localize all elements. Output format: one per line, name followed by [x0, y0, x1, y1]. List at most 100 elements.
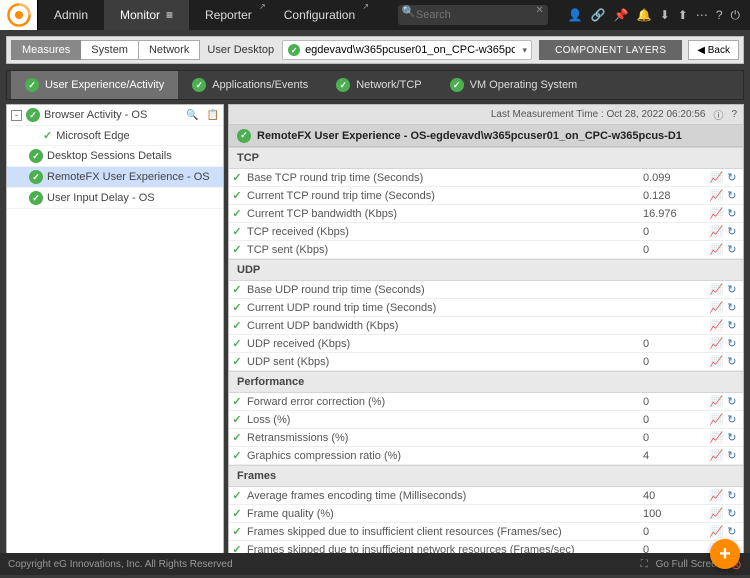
refresh-icon[interactable]: ↻ — [727, 243, 736, 256]
more-icon[interactable]: ⋯ — [696, 8, 708, 22]
tree-label: User Input Delay - OS — [47, 192, 155, 204]
popout-icon[interactable]: ↗ — [259, 2, 266, 11]
layertab-0[interactable]: User Experience/Activity — [11, 71, 178, 99]
menu-icon[interactable]: ≡ — [166, 8, 173, 22]
tree-row[interactable]: RemoteFX User Experience - OS — [7, 167, 223, 188]
refresh-icon[interactable]: ↻ — [727, 301, 736, 314]
metrics-scroll[interactable]: TCP✓Base TCP round trip time (Seconds)0.… — [229, 147, 743, 571]
chart-icon[interactable]: 📈 — [710, 207, 724, 220]
check-icon: ✓ — [229, 337, 245, 350]
metrics-header: Last Measurement Time : Oct 28, 2022 06:… — [229, 105, 743, 125]
chevron-down-icon[interactable]: ▾ — [523, 45, 528, 56]
metric-actions: 📈↻ — [703, 413, 743, 426]
refresh-icon[interactable]: ↻ — [727, 413, 736, 426]
search-input[interactable] — [398, 5, 548, 25]
layertab-3[interactable]: VM Operating System — [436, 71, 592, 99]
tab-measures[interactable]: Measures — [11, 40, 81, 60]
layertab-1[interactable]: Applications/Events — [178, 71, 322, 99]
check-icon: ✓ — [229, 283, 245, 296]
tab-system[interactable]: System — [81, 40, 139, 60]
download-icon[interactable]: ⬇ — [660, 8, 670, 22]
chart-icon[interactable]: 📈 — [710, 489, 724, 502]
component-layers-button[interactable]: COMPONENT LAYERS — [539, 40, 682, 60]
tree-row[interactable]: -Browser Activity - OS🔍📋 — [7, 105, 223, 126]
upload-icon[interactable]: ⬆ — [678, 8, 688, 22]
refresh-icon[interactable]: ↻ — [727, 207, 736, 220]
layer-tabs: User Experience/ActivityApplications/Eve… — [6, 70, 744, 100]
refresh-icon[interactable]: ↻ — [727, 449, 736, 462]
refresh-icon[interactable]: ↻ — [727, 189, 736, 202]
metric-row: ✓Frames skipped due to insufficient clie… — [229, 523, 743, 541]
refresh-icon[interactable]: ↻ — [727, 395, 736, 408]
power-icon[interactable]: ⏻ — [731, 8, 741, 23]
chart-icon[interactable]: 📈 — [710, 413, 724, 426]
chart-icon[interactable]: 📈 — [710, 355, 724, 368]
metric-row: ✓UDP received (Kbps)0📈↻ — [229, 335, 743, 353]
tree-action-icon[interactable]: 🔍 — [186, 110, 198, 121]
info-icon[interactable]: ⓘ — [713, 107, 723, 122]
tree-row[interactable]: ✓Microsoft Edge — [7, 126, 223, 146]
refresh-icon[interactable]: ↻ — [727, 319, 736, 332]
help-icon[interactable]: ? — [716, 8, 723, 22]
back-button[interactable]: ◀ Back — [688, 40, 739, 60]
metric-row: ✓Base TCP round trip time (Seconds)0.099… — [229, 169, 743, 187]
chart-icon[interactable]: 📈 — [710, 395, 724, 408]
chart-icon[interactable]: 📈 — [710, 225, 724, 238]
chart-icon[interactable]: 📈 — [710, 337, 724, 350]
panel-help-icon[interactable]: ? — [731, 109, 737, 120]
bell-icon[interactable]: 🔔 — [637, 8, 652, 22]
refresh-icon[interactable]: ↻ — [727, 507, 736, 520]
metric-row: ✓Average frames encoding time (Milliseco… — [229, 487, 743, 505]
check-icon: ✓ — [229, 207, 245, 220]
refresh-icon[interactable]: ↻ — [727, 283, 736, 296]
refresh-icon[interactable]: ↻ — [727, 355, 736, 368]
chart-icon[interactable]: 📈 — [710, 525, 724, 538]
refresh-icon[interactable]: ↻ — [727, 171, 736, 184]
topnav-configuration[interactable]: Configuration↗ — [268, 0, 371, 30]
refresh-icon[interactable]: ↻ — [727, 525, 736, 538]
metric-row: ✓Loss (%)0📈↻ — [229, 411, 743, 429]
refresh-icon[interactable]: ↻ — [727, 431, 736, 444]
tree-row[interactable]: User Input Delay - OS — [7, 188, 223, 209]
metric-row: ✓TCP received (Kbps)0📈↻ — [229, 223, 743, 241]
chart-icon[interactable]: 📈 — [710, 243, 724, 256]
view-tabs: MeasuresSystemNetwork — [11, 40, 200, 60]
topnav-admin[interactable]: Admin — [38, 0, 104, 30]
metric-name: Current UDP bandwidth (Kbps) — [245, 320, 643, 332]
link-icon[interactable]: 🔗 — [591, 8, 606, 22]
layertab-2[interactable]: Network/TCP — [322, 71, 435, 99]
chart-icon[interactable]: 📈 — [710, 171, 724, 184]
fullscreen-icon[interactable]: ⛶ — [641, 559, 648, 570]
user-icon[interactable]: 👤 — [568, 8, 583, 22]
metric-row: ✓TCP sent (Kbps)0📈↻ — [229, 241, 743, 259]
popout-icon[interactable]: ↗ — [362, 2, 369, 11]
check-icon: ✓ — [229, 413, 245, 426]
check-icon: ✓ — [229, 449, 245, 462]
refresh-icon[interactable]: ↻ — [727, 337, 736, 350]
metric-row: ✓UDP sent (Kbps)0📈↻ — [229, 353, 743, 371]
topnav-monitor[interactable]: Monitor≡ — [104, 0, 189, 30]
chart-icon[interactable]: 📈 — [710, 507, 724, 520]
add-fab[interactable]: + — [710, 539, 740, 569]
clear-search-icon[interactable]: ✕ — [535, 5, 543, 16]
tree-row[interactable]: Desktop Sessions Details — [7, 146, 223, 167]
chart-icon[interactable]: 📈 — [710, 449, 724, 462]
metrics-title: RemoteFX User Experience - OS-egdevavd\w… — [257, 130, 682, 142]
check-icon: ✓ — [229, 301, 245, 314]
refresh-icon[interactable]: ↻ — [727, 489, 736, 502]
refresh-icon[interactable]: ↻ — [727, 225, 736, 238]
pin-icon[interactable]: 📌 — [614, 8, 629, 22]
check-icon: ✓ — [229, 507, 245, 520]
tree-action-icon[interactable]: 📋 — [207, 110, 219, 121]
chart-icon[interactable]: 📈 — [710, 189, 724, 202]
chart-icon[interactable]: 📈 — [710, 283, 724, 296]
expand-icon[interactable]: - — [11, 110, 22, 121]
topnav-reporter[interactable]: Reporter↗ — [189, 0, 268, 30]
tab-network[interactable]: Network — [139, 40, 200, 60]
chart-icon[interactable]: 📈 — [710, 431, 724, 444]
host-select[interactable] — [282, 40, 532, 60]
check-icon: ✓ — [229, 395, 245, 408]
metric-name: Frame quality (%) — [245, 508, 643, 520]
chart-icon[interactable]: 📈 — [710, 319, 724, 332]
chart-icon[interactable]: 📈 — [710, 301, 724, 314]
